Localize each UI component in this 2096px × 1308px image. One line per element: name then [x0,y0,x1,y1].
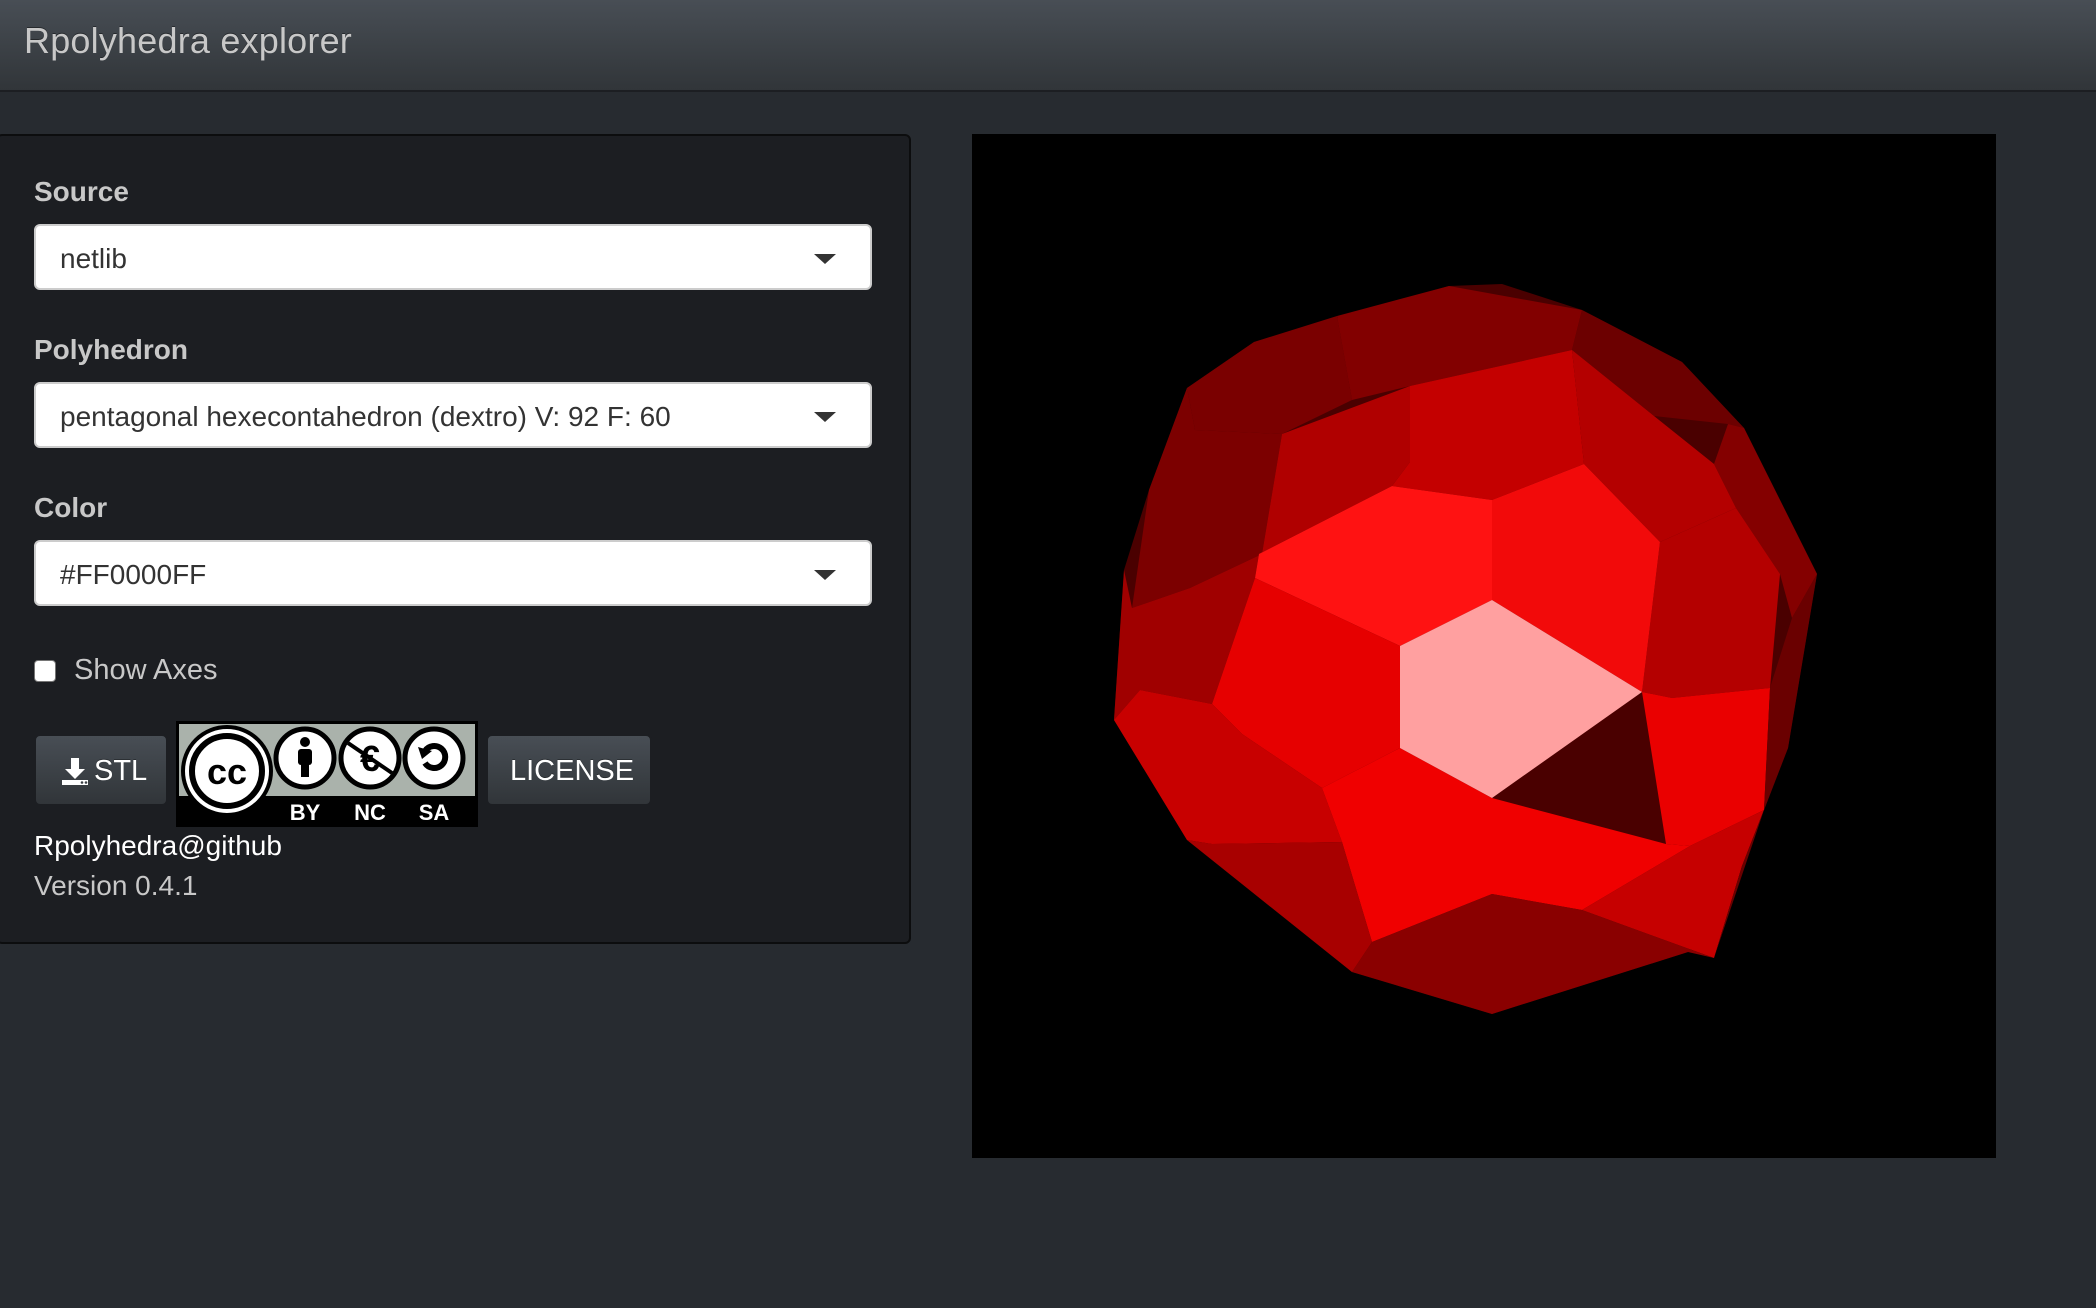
source-label: Source [34,176,129,207]
polyhedron-label: Polyhedron [34,334,189,365]
app-title[interactable]: Rpolyhedra explorer [24,20,352,62]
by-icon [273,726,337,790]
nc-icon: € [338,726,402,790]
svg-text:NC: NC [354,800,386,825]
chevron-down-icon [814,570,836,580]
color-select[interactable]: #FF0000FF [34,540,872,606]
sa-icon [402,726,466,790]
show-axes-checkbox[interactable] [34,660,56,682]
github-link[interactable]: Rpolyhedra@github [34,830,282,862]
download-stl-button[interactable]: STL [34,734,168,806]
color-label: Color [34,492,108,523]
3d-viewer-canvas[interactable] [972,134,1996,1158]
cc-icon: cc [181,725,273,817]
polyhedron-select-value: pentagonal hexecontahedron (dextro) V: 9… [60,401,671,432]
sidebar-panel: Source netlib Polyhedron pentagonal hexe… [0,134,911,944]
license-button-label: LICENSE [510,755,635,787]
version-text: Version 0.4.1 [34,870,198,901]
svg-text:BY: BY [290,800,321,825]
polyhedron-render [1114,284,1817,1014]
source-select-value: netlib [60,243,127,274]
license-button[interactable]: LICENSE [486,734,652,806]
cc-license-badge[interactable]: cc € BY NC SA [176,721,478,827]
svg-text:cc: cc [207,751,247,792]
source-select[interactable]: netlib [34,224,872,290]
stl-button-label: STL [94,755,148,787]
chevron-down-icon [814,254,836,264]
chevron-down-icon [814,412,836,422]
download-icon [62,758,88,785]
color-select-value: #FF0000FF [60,559,207,590]
polyhedron-select[interactable]: pentagonal hexecontahedron (dextro) V: 9… [34,382,872,448]
show-axes-label[interactable]: Show Axes [74,654,217,687]
navbar: Rpolyhedra explorer [0,0,2096,92]
polyhedron-face [1187,840,1372,972]
svg-text:SA: SA [419,800,450,825]
